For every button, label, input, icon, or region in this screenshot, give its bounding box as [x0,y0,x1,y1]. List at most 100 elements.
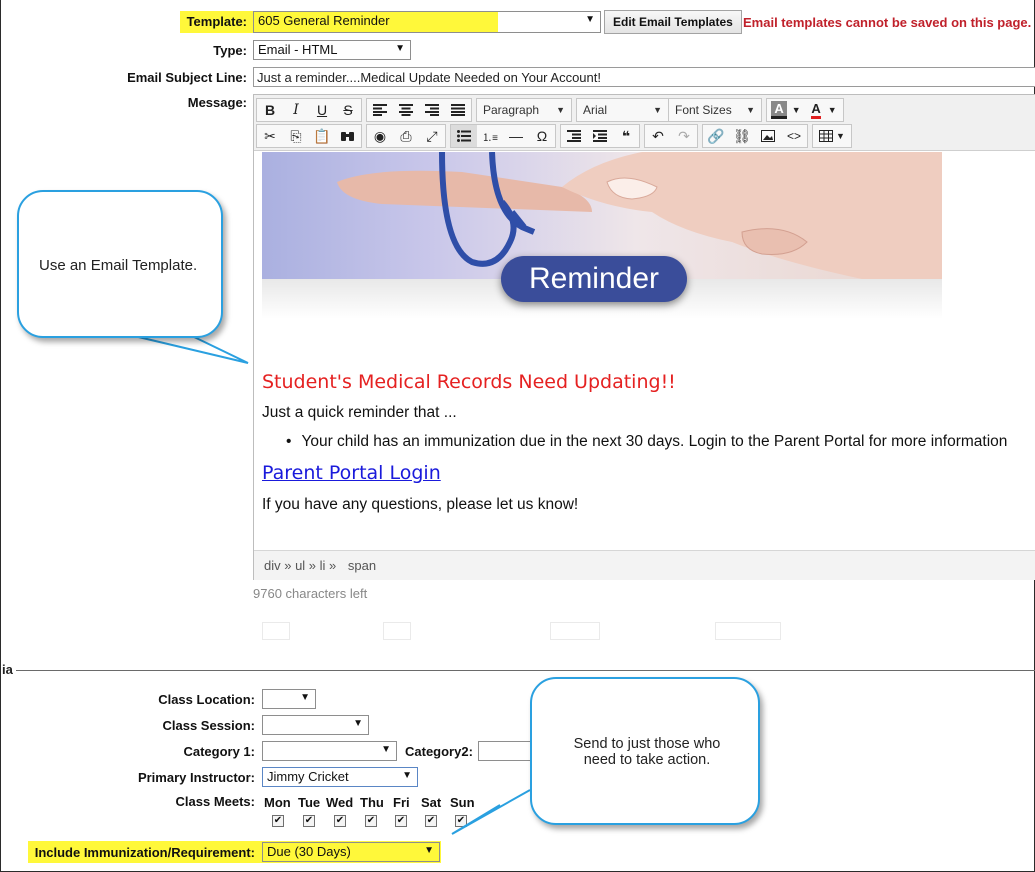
chevron-down-icon: ▼ [381,744,391,755]
day-fri-checkbox[interactable]: ✔ [395,815,407,827]
find-icon[interactable] [335,125,361,147]
special-char-icon[interactable]: Ω [529,125,555,147]
class-location-label: Class Location: [158,692,255,707]
chevron-down-icon: ▼ [402,770,412,781]
class-meets-label: Class Meets: [175,794,255,809]
align-left-icon[interactable] [367,99,393,121]
code-icon[interactable]: <> [781,125,807,147]
underline-icon[interactable]: U [309,99,335,121]
preview-icon[interactable]: ◉ [367,125,393,147]
chevron-down-icon: ▼ [746,105,755,115]
class-session-select[interactable]: ▼ [262,715,369,735]
day-mon-checkbox[interactable]: ✔ [272,815,284,827]
email-intro: Just a quick reminder that ... [262,404,457,421]
type-value: Email - HTML [258,42,338,57]
category2-label: Category2: [405,744,473,759]
element-path[interactable]: div » ul » li » [264,558,336,573]
immunization-select[interactable]: Due (30 Days) ▼ [262,842,440,862]
text-color-icon[interactable]: A ▼ [805,99,843,121]
font-size-dropdown[interactable]: Font Sizes ▼ [669,99,761,121]
characters-left: 9760 characters left [253,586,368,601]
bold-icon[interactable]: B [257,99,283,121]
day-tue-label: Tue [298,795,321,810]
chevron-down-icon: ▼ [585,14,595,25]
image-icon[interactable] [755,125,781,147]
paste-icon[interactable]: 📋 [309,125,335,147]
criteria-legend: ia [2,662,13,677]
criteria-divider [16,670,1035,671]
fullscreen-icon[interactable]: ⤢ [419,125,445,147]
day-thu-checkbox[interactable]: ✔ [365,815,377,827]
template-callout: Use an Email Template. [17,190,223,338]
background-color-icon[interactable]: A ▼ [767,99,805,121]
type-select[interactable]: Email - HTML ▼ [253,40,411,60]
print-icon[interactable]: ⎙ [393,125,419,147]
template-label: Template: [186,14,247,29]
editor-toolbar: B I U S Paragraph ▼ Arial ▼ Font Sizes ▼… [254,95,1035,151]
unlink-icon[interactable]: ⛓ [729,125,755,147]
category1-select[interactable]: ▼ [262,741,397,761]
reminder-banner-label: Reminder [501,256,687,302]
day-fri-label: Fri [393,795,410,810]
align-right-icon[interactable] [419,99,445,121]
chevron-down-icon: ▼ [395,43,405,54]
day-sun-checkbox[interactable]: ✔ [455,815,467,827]
day-tue-checkbox[interactable]: ✔ [303,815,315,827]
table-icon[interactable]: ▼ [813,125,851,147]
email-closing: If you have any questions, please let us… [262,496,579,513]
send-callout: Send to just those who need to take acti… [530,677,760,825]
chevron-down-icon: ▼ [556,105,565,115]
font-family-dropdown[interactable]: Arial ▼ [577,99,668,121]
class-location-select[interactable]: ▼ [262,689,316,709]
strikethrough-icon[interactable]: S [335,99,361,121]
chevron-down-icon: ▼ [424,845,434,856]
class-session-label: Class Session: [162,718,256,733]
blockquote-icon[interactable]: ❝ [613,125,639,147]
italic-icon[interactable]: I [283,99,309,121]
email-heading: Student's Medical Records Need Updating!… [262,371,676,393]
day-sat-checkbox[interactable]: ✔ [425,815,437,827]
bullet-icon: • [286,433,292,450]
primary-instructor-select[interactable]: Jimmy Cricket ▼ [262,767,418,787]
email-bullet-text: Your child has an immunization due in th… [301,433,1008,450]
horizontal-rule-icon[interactable]: — [503,125,529,147]
primary-instructor-label: Primary Instructor: [137,770,255,785]
subject-label: Email Subject Line: [127,70,247,85]
day-wed-label: Wed [326,795,354,810]
immunization-label: Include Immunization/Requirement: [34,845,255,860]
chevron-down-icon: ▼ [300,692,310,703]
align-center-icon[interactable] [393,99,419,121]
chevron-down-icon: ▼ [653,105,662,115]
numbered-list-icon[interactable]: ⒈≡ [477,125,503,147]
element-path-current[interactable]: span [348,558,376,573]
edit-email-templates-button[interactable]: Edit Email Templates [604,10,742,34]
template-select[interactable]: 605 General Reminder ▼ [253,11,601,33]
send-callout-text: Send to just those who need to take acti… [573,736,721,768]
link-icon[interactable]: 🔗 [703,125,729,147]
indent-icon[interactable] [587,125,613,147]
editor-statusbar: div » ul » li » span [254,550,1035,580]
template-value: 605 General Reminder [258,13,390,28]
cut-icon[interactable]: ✂ [257,125,283,147]
copy-icon[interactable]: ⎘ [283,125,309,147]
redo-icon[interactable]: ↷ [671,125,697,147]
day-mon-label: Mon [264,795,291,810]
message-editor[interactable]: B I U S Paragraph ▼ Arial ▼ Font Sizes ▼… [253,94,1035,580]
category2-select[interactable] [478,741,538,761]
parent-portal-link[interactable]: Parent Portal Login [262,462,441,484]
day-thu-label: Thu [360,795,384,810]
undo-icon[interactable]: ↶ [645,125,671,147]
outdent-icon[interactable] [561,125,587,147]
align-justify-icon[interactable] [445,99,471,121]
message-label: Message: [187,95,247,110]
subject-input[interactable]: Just a reminder....Medical Update Needed… [253,67,1035,87]
bullet-list-icon[interactable] [451,125,477,147]
day-sat-label: Sat [421,795,442,810]
template-warning: Email templates cannot be saved on this … [743,15,1035,30]
template-callout-text: Use an Email Template. [39,257,198,274]
paragraph-dropdown[interactable]: Paragraph ▼ [477,99,571,121]
chevron-down-icon: ▼ [353,718,363,729]
editor-content[interactable]: Reminder Student's Medical Records Need … [254,152,1035,550]
day-wed-checkbox[interactable]: ✔ [334,815,346,827]
email-bullet: • Your child has an immunization due in t… [286,433,1007,451]
